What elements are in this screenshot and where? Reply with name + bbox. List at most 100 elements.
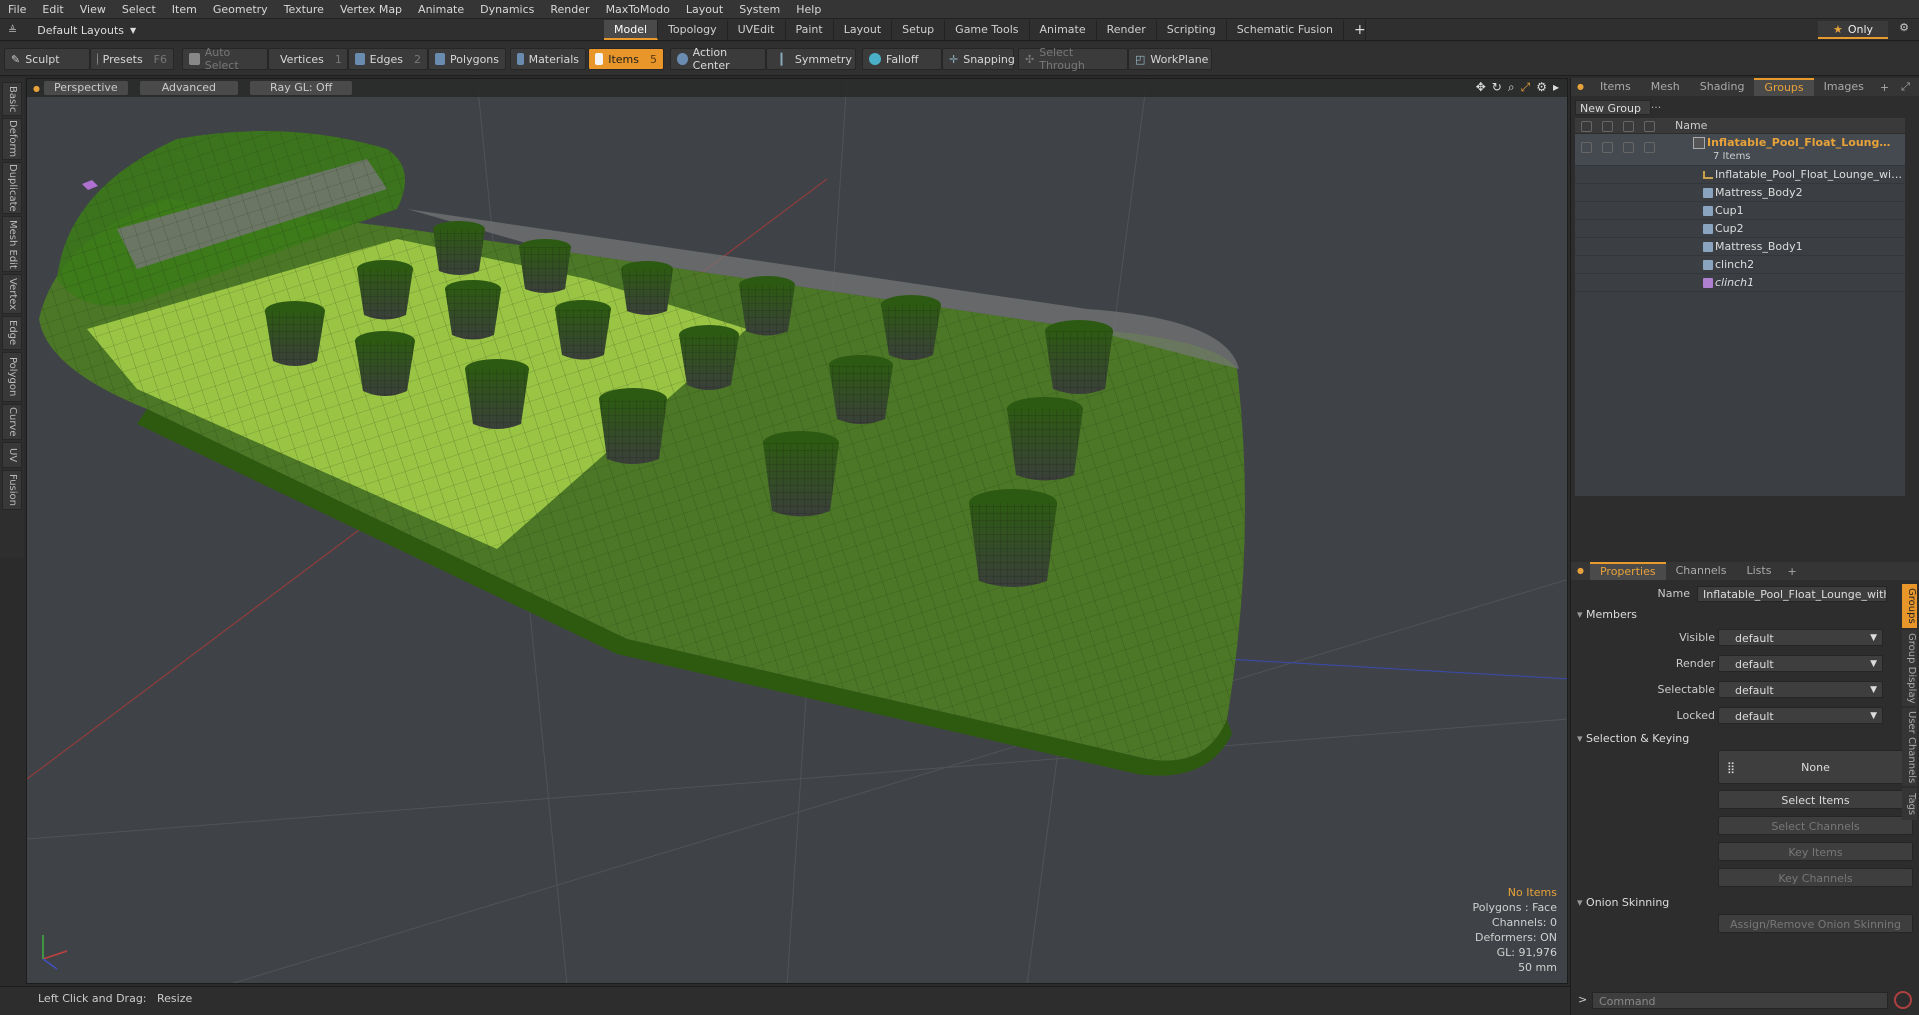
command-clear-icon[interactable] [1894, 991, 1912, 1009]
vtab-duplicate[interactable]: Duplicate [2, 162, 22, 214]
root-lock-icon[interactable] [1623, 142, 1634, 153]
zoom-icon[interactable]: ⌕ [1508, 80, 1515, 95]
workplane-button[interactable]: ◰ WorkPlane [1128, 48, 1212, 70]
tab-schematic-fusion[interactable]: Schematic Fusion [1227, 20, 1345, 40]
vtab-edge[interactable]: Edge [2, 316, 22, 350]
lock-icon[interactable] [1623, 121, 1634, 132]
tab-model[interactable]: Model [604, 20, 659, 40]
render-dropdown[interactable]: default ▼ [1718, 655, 1883, 672]
menu-view[interactable]: View [72, 0, 114, 19]
tab-paint[interactable]: Paint [786, 20, 834, 40]
menu-render[interactable]: Render [542, 0, 597, 19]
tab-mesh[interactable]: Mesh ... [1641, 78, 1690, 111]
root-select-icon[interactable] [1644, 142, 1655, 153]
menu-dynamics[interactable]: Dynamics [472, 0, 542, 19]
menu-help[interactable]: Help [788, 0, 829, 19]
materials-button[interactable]: Materials [510, 48, 586, 70]
gear-icon[interactable]: ⚙ [1894, 21, 1914, 39]
tab-images[interactable]: Images [1814, 78, 1874, 96]
menu-maxtomodo[interactable]: MaxToModo [598, 0, 678, 19]
select-through-button[interactable]: ✣ Select Through [1018, 46, 1128, 72]
panel-expand-icon[interactable]: ⤢ [1895, 80, 1916, 94]
menu-animate[interactable]: Animate [410, 0, 472, 19]
menu-layout[interactable]: Layout [678, 0, 731, 19]
none-button[interactable]: ⣿ None [1718, 750, 1913, 784]
tree-row[interactable]: Mattress_Body2 [1575, 184, 1905, 202]
tree-row[interactable]: Cup1 [1575, 202, 1905, 220]
items-button[interactable]: Items 5 [588, 48, 664, 70]
edges-button[interactable]: Edges 2 [348, 48, 428, 70]
vertices-button[interactable]: Vertices 1 [268, 48, 348, 70]
menu-vertex-map[interactable]: Vertex Map [332, 0, 410, 19]
tab-uvedit[interactable]: UVEdit [728, 20, 786, 40]
pan-icon[interactable]: ✥ [1476, 80, 1486, 95]
vtab-deform[interactable]: Deform [2, 118, 22, 160]
tab-game-tools[interactable]: Game Tools [945, 20, 1030, 40]
auto-select-button[interactable]: Auto Select [182, 46, 268, 72]
rotate-icon[interactable]: ↻ [1492, 80, 1502, 95]
side-tab-groups[interactable]: Groups [1902, 584, 1917, 628]
command-input[interactable]: Command [1592, 992, 1888, 1009]
tree-row[interactable]: Mattress_Body1 [1575, 238, 1905, 256]
vtab-mesh-edit[interactable]: Mesh Edit [2, 216, 22, 272]
viewport-expand-icon[interactable]: ▸ [1553, 80, 1559, 95]
add-panel-tab-icon[interactable]: + [1874, 81, 1895, 94]
collapse-icon[interactable]: ≜ [8, 24, 17, 37]
tree-row[interactable]: Inflatable_Pool_Float_Lounge_with_... [1575, 166, 1905, 184]
locked-dropdown[interactable]: default ▼ [1718, 707, 1883, 724]
members-section[interactable]: Members [1577, 608, 1907, 624]
falloff-button[interactable]: Falloff [862, 48, 942, 70]
panel-menu-icon[interactable]: ● [1571, 78, 1590, 96]
tab-topology[interactable]: Topology [658, 20, 728, 40]
layout-dropdown[interactable]: ≜ Default Layouts ▼ [8, 22, 136, 38]
side-tab-user-channels[interactable]: User Channels [1902, 708, 1917, 786]
tree-row[interactable]: clinch2 [1575, 256, 1905, 274]
view-dropdown[interactable]: Perspective [43, 81, 128, 95]
scene-render[interactable] [27, 79, 1568, 984]
tree-row[interactable]: clinch1 [1575, 274, 1905, 292]
new-group-button[interactable]: New Group [1575, 100, 1651, 115]
vtab-uv[interactable]: UV [2, 442, 22, 468]
menu-select[interactable]: Select [114, 0, 164, 19]
tab-shading[interactable]: Shading [1690, 78, 1755, 96]
menu-geometry[interactable]: Geometry [205, 0, 276, 19]
polygons-button[interactable]: Polygons [428, 48, 506, 70]
viewport-gear-icon[interactable]: ⚙ [1536, 80, 1547, 95]
add-tab-icon[interactable]: + [1344, 20, 1367, 40]
menu-edit[interactable]: Edit [34, 0, 71, 19]
side-tab-tags[interactable]: Tags [1902, 788, 1917, 820]
sculpt-button[interactable]: ✎ Sculpt [4, 48, 90, 70]
root-eye-icon[interactable] [1581, 142, 1592, 153]
vtab-basic[interactable]: Basic [2, 82, 22, 116]
vtab-vertex[interactable]: Vertex [2, 274, 22, 314]
shading-dropdown[interactable]: Advanced [139, 81, 239, 95]
symmetry-button[interactable]: ▕▏ Symmetry [766, 48, 856, 70]
menu-item[interactable]: Item [164, 0, 205, 19]
viewport-menu-icon[interactable]: ● [33, 84, 40, 93]
raygl-dropdown[interactable]: Ray GL: Off [250, 81, 353, 95]
selectable-dropdown[interactable]: default ▼ [1718, 681, 1883, 698]
only-button[interactable]: ★ Only [1818, 21, 1888, 39]
tab-layout[interactable]: Layout [834, 20, 893, 40]
menu-texture[interactable]: Texture [276, 0, 332, 19]
name-input[interactable]: Inflatable_Pool_Float_Lounge_with_He [1697, 586, 1887, 602]
tree-row[interactable]: Cup2 [1575, 220, 1905, 238]
3d-viewport[interactable]: ● Perspective Advanced Ray GL: Off ✥ ↻ ⌕… [26, 78, 1568, 984]
column-name[interactable]: Name [1675, 119, 1707, 132]
select-items-button[interactable]: Select Items [1718, 790, 1913, 809]
snapping-button[interactable]: ✛ Snapping [942, 48, 1015, 70]
tab-animate[interactable]: Animate [1030, 20, 1097, 40]
onion-skinning-button[interactable]: Assign/Remove Onion Skinning [1718, 914, 1913, 933]
select-channels-button[interactable]: Select Channels [1718, 816, 1913, 835]
vtab-fusion[interactable]: Fusion [2, 470, 22, 510]
fit-icon[interactable]: ⤢ [1521, 80, 1531, 95]
key-items-button[interactable]: Key Items [1718, 842, 1913, 861]
vtab-curve[interactable]: Curve [2, 404, 22, 440]
select-icon[interactable] [1644, 121, 1655, 132]
tree-row-root[interactable]: Inflatable_Pool_Float_Lounge_wi... 7 Ite… [1575, 134, 1905, 166]
tab-items[interactable]: Items [1590, 78, 1641, 96]
render-icon[interactable] [1602, 121, 1613, 132]
visible-dropdown[interactable]: default ▼ [1718, 629, 1883, 646]
vtab-polygon[interactable]: Polygon [2, 352, 22, 402]
menu-system[interactable]: System [731, 0, 788, 19]
